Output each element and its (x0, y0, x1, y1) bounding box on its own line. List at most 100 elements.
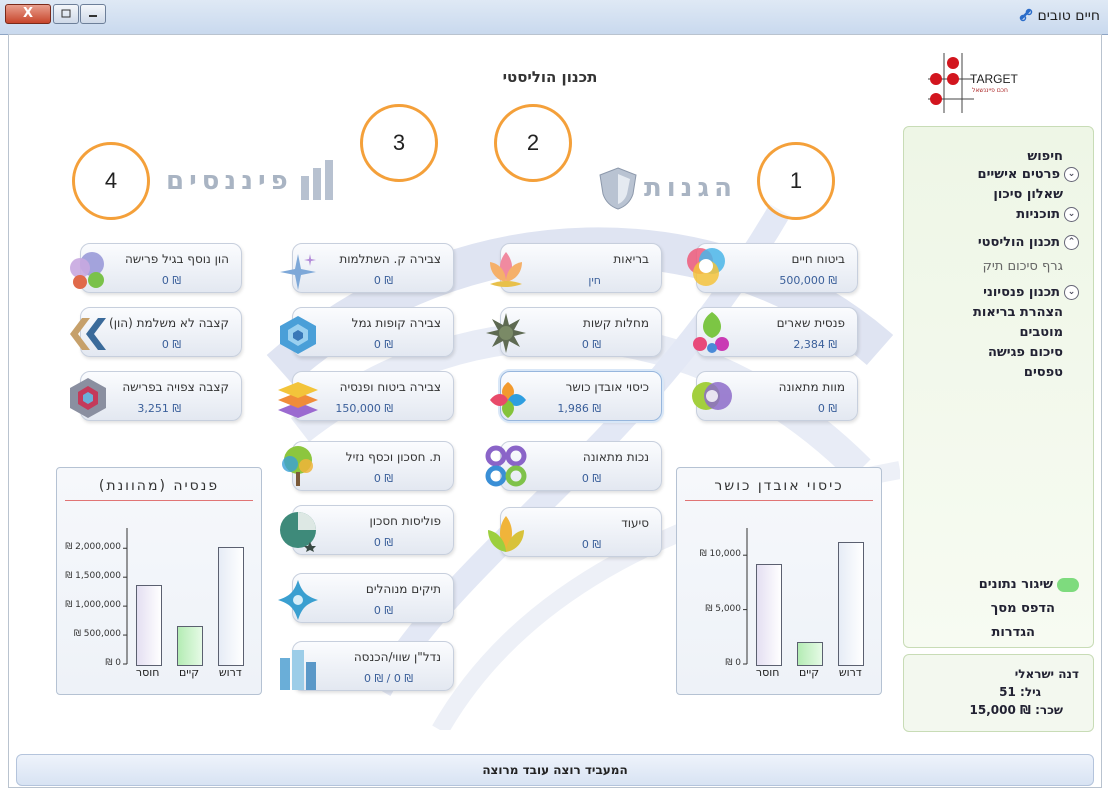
tile-value: ₪ 0 (817, 402, 837, 415)
bar-graph-icon (300, 160, 333, 200)
user-name: דנה ישראלי (1014, 667, 1079, 681)
accidental-death-icon (692, 382, 732, 410)
chevron-down-icon: ⌄ (1064, 285, 1079, 300)
tile-label: צבירה ק. השתלמות (339, 252, 441, 266)
y-tick-label: ₪ 5,000 (705, 603, 741, 614)
sidebar-item[interactable]: הצהרת בריאות (973, 305, 1063, 320)
tile-label: צבירה קופות גמל (351, 316, 441, 330)
tile-value: ₪ 2,384 (793, 338, 837, 351)
shield-icon (599, 167, 637, 210)
savings-policies-icon (280, 512, 316, 552)
sidebar-item[interactable]: ⌄ תוכניות (1016, 207, 1079, 222)
maximize-icon (61, 9, 71, 18)
sidebar-item[interactable]: ⌃ תכנון הוליסטי (978, 235, 1079, 250)
y-tick-label: ₪ 2,000,000 (65, 542, 121, 553)
target-logo: TARGET חכם פייננשאל (928, 53, 1038, 113)
sidebar-item-label: תכנון הוליסטי (977, 235, 1060, 250)
sidebar-item[interactable]: סיכום פגישה (988, 345, 1063, 360)
sync-data-button[interactable]: שיגור נתונים (979, 577, 1079, 592)
tile-value: ₪ 0 (161, 274, 181, 287)
accident-disability-icon (485, 445, 527, 487)
tile-value: ₪ 0 (581, 538, 601, 551)
app-title: חיים טובים (1019, 8, 1100, 24)
sidebar-item[interactable]: ⌄ תכנון פנסיוני (983, 285, 1079, 300)
sidebar-item-label: שאלון סיכון (993, 187, 1063, 202)
user-salary: שכר: ₪ 15,000 (969, 703, 1063, 717)
y-tick-label: ₪ 500,000 (73, 629, 121, 640)
close-window-button[interactable]: X (5, 4, 51, 24)
minimize-window-button[interactable] (80, 4, 106, 24)
tile-label: פנסית שארים (776, 316, 845, 330)
sidebar-item[interactable]: שאלון סיכון (993, 187, 1063, 202)
sidebar-item[interactable]: גרף סיכום תיק (983, 259, 1063, 274)
sidebar-item-label: חיפוש (1027, 149, 1063, 164)
sidebar-item[interactable]: מוטבים (1019, 325, 1063, 340)
expected-annuity-icon (70, 378, 106, 418)
tile-value: ₪ 0 (161, 338, 181, 351)
provident-funds-cube-icon (280, 316, 316, 354)
chart-disability-panel: כיסוי אובדן כושר ₪ 0 ₪ 5,000 ₪ 10,000 דרוש ק… (676, 467, 882, 695)
tile-label: ביטוח חיים (791, 252, 846, 266)
tile-value: ₪ 0 (581, 472, 601, 485)
tile-label: הון נוסף בגיל פרישה (124, 252, 229, 266)
sidebar-item[interactable]: ⌄ פרטים אישיים (978, 167, 1079, 182)
status-bar: המעביד רוצה עובד מרוצה (16, 754, 1094, 786)
sidebar-item-label: סיכום פגישה (987, 345, 1063, 360)
section-protections-title: הגנות (644, 173, 737, 203)
tile-value: ₪ 150,000 (335, 402, 393, 415)
section-finance: פיננסים (166, 160, 337, 202)
x-tick-label: דרוש (838, 666, 862, 679)
section-finance-title: פיננסים (166, 166, 293, 196)
sidebar-item-label: טפסים (1023, 365, 1063, 380)
bar (177, 626, 203, 666)
x-tick-label: חוסר (755, 666, 780, 679)
tile-value: חין (588, 274, 601, 287)
tile-value: ₪ 0 / ₪ 0 (364, 672, 413, 685)
tile-label: קצבה צפויה בפרישה (122, 380, 229, 394)
study-fund-sparkle-icon (280, 254, 316, 290)
settings-button[interactable]: הגדרות (991, 625, 1035, 640)
survivors-pension-icon (693, 312, 729, 353)
print-screen-button[interactable]: הדפס מסך (991, 601, 1055, 616)
y-tick-label: ₪ 1,000,000 (65, 600, 121, 611)
sidebar-item-label: גרף סיכום תיק (982, 259, 1063, 274)
bar (838, 542, 865, 666)
sidebar-item[interactable]: חיפוש (1027, 149, 1063, 164)
managed-portfolios-icon (278, 580, 318, 620)
health-lotus-icon (490, 252, 522, 287)
link-icon (1019, 8, 1033, 22)
tile-label: בריאות (613, 252, 649, 266)
window-titlebar: X חיים טובים (0, 0, 1108, 35)
tile-label: סיעוד (621, 516, 649, 530)
settings-label: הגדרות (991, 625, 1035, 640)
tree-icon (282, 446, 313, 486)
section-protections: הגנות (598, 166, 737, 210)
non-paying-annuity-icon (70, 318, 106, 350)
logo-text: TARGET (970, 72, 1018, 86)
status-indicator-icon (1057, 577, 1079, 592)
tile-label: ת. חסכון וכסף נזיל (345, 450, 441, 464)
marker-2: 2 (494, 104, 572, 182)
sidebar-item-label: תכנון פנסיוני (983, 285, 1060, 300)
life-insurance-icon (687, 248, 725, 286)
y-tick-label: ₪ 10,000 (699, 549, 741, 560)
tile-label: מוות מתאונה (778, 380, 845, 394)
tile-label: נכות מתאונה (582, 450, 649, 464)
marker-1: 1 (757, 142, 835, 220)
long-term-care-icon (488, 516, 524, 552)
maximize-window-button[interactable] (53, 4, 79, 24)
tile-value: ₪ 0 (581, 338, 601, 351)
tile-value: ₪ 0 (373, 274, 393, 287)
chevron-down-icon: ⌄ (1064, 167, 1079, 182)
layers-icon (278, 382, 318, 418)
tile-value: ₪ 1,986 (557, 402, 601, 415)
sidebar-item[interactable]: טפסים (1024, 365, 1063, 380)
x-tick-label: קיים (178, 666, 199, 679)
chart-pension-panel: פנסיה (מהוונת) ₪ 0 ₪ 500,000 ₪ 1,000,000 ₪ … (56, 467, 262, 695)
tile-label: פוליסות חסכון (369, 514, 441, 528)
disability-cover-icon (490, 382, 526, 418)
x-tick-label: חוסר (135, 666, 160, 679)
tile-label: תיקים מנוהלים (365, 582, 441, 596)
tile-value: ₪ 0 (373, 338, 393, 351)
minimize-icon (89, 15, 97, 17)
